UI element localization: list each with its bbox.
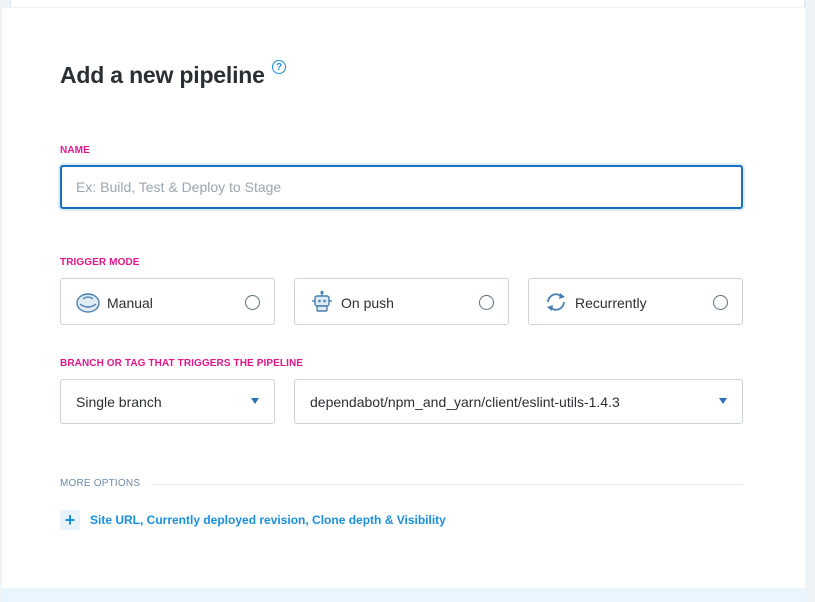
refresh-icon: [543, 290, 569, 314]
trigger-option-on-push[interactable]: On push: [294, 278, 509, 325]
trigger-on-push-radio[interactable]: [479, 295, 494, 310]
branch-value: dependabot/npm_and_yarn/client/eslint-ut…: [310, 394, 620, 410]
robot-icon: [309, 290, 335, 314]
trigger-option-manual[interactable]: Manual: [60, 278, 275, 325]
divider: [153, 484, 743, 485]
trigger-option-recurrently[interactable]: Recurrently: [528, 278, 743, 325]
trigger-mode-label: TRIGGER MODE: [60, 257, 140, 268]
help-icon[interactable]: ?: [272, 60, 286, 74]
chevron-down-icon: [719, 398, 727, 404]
pipeline-name-input[interactable]: [60, 165, 743, 209]
trigger-manual-radio[interactable]: [245, 295, 260, 310]
trigger-option-label: On push: [341, 295, 394, 311]
page-title: Add a new pipeline: [60, 62, 265, 88]
branch-select[interactable]: dependabot/npm_and_yarn/client/eslint-ut…: [294, 379, 743, 424]
previous-card-edge: [10, 0, 805, 7]
more-options-link[interactable]: Site URL, Currently deployed revision, C…: [90, 513, 446, 527]
branch-mode-value: Single branch: [76, 394, 162, 410]
chevron-down-icon: [251, 398, 259, 404]
footer-bar: [2, 588, 805, 602]
trigger-recurrently-radio[interactable]: [713, 295, 728, 310]
more-options-label: MORE OPTIONS: [60, 478, 141, 489]
plus-icon[interactable]: +: [60, 510, 80, 530]
trigger-option-label: Recurrently: [575, 295, 647, 311]
hand-click-icon: [75, 290, 101, 314]
branch-mode-select[interactable]: Single branch: [60, 379, 275, 424]
branch-label: BRANCH OR TAG THAT TRIGGERS THE PIPELINE: [60, 358, 304, 369]
name-label: NAME: [60, 145, 90, 156]
trigger-option-label: Manual: [107, 295, 153, 311]
